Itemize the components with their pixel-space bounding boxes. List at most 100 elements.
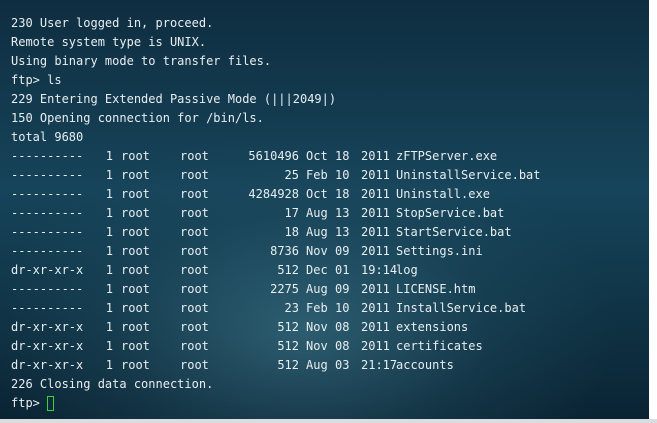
prompt-label: ftp>: [11, 396, 40, 410]
filename-cell: zFTPServer.exe: [396, 149, 498, 163]
month-cell: Aug: [306, 206, 328, 220]
day-cell: 09: [335, 244, 350, 258]
listing-row: dr-xr-xr-x 1 root root 512 Nov 08 2011 extension…: [11, 318, 468, 337]
permissions-cell: ----------: [11, 225, 84, 239]
listing-row: ---------- 1 root root 4284928 Oct 18 2011 Unins…: [11, 185, 490, 204]
size-cell: 18: [284, 225, 299, 239]
text-cursor[interactable]: [47, 396, 54, 411]
filename-cell: UninstallService.bat: [396, 168, 541, 182]
group-cell: root: [180, 187, 209, 201]
month-cell: Dec: [306, 263, 328, 277]
size-cell: 17: [284, 206, 299, 220]
owner-cell: root: [121, 149, 150, 163]
group-cell: root: [180, 282, 209, 296]
directory-listing: ---------- 1 root root 5610496 Oct 18 2011 zFTPS…: [11, 147, 541, 375]
links-cell: 1: [105, 301, 113, 315]
filename-cell: accounts: [396, 358, 454, 372]
permissions-cell: dr-xr-xr-x: [11, 358, 84, 372]
permissions-cell: ----------: [11, 187, 84, 201]
group-cell: root: [180, 358, 209, 372]
day-cell: 01: [335, 263, 350, 277]
listing-row: ---------- 1 root root 23 Feb 10 2011 InstallSer…: [11, 299, 526, 318]
listing-row: ---------- 1 root root 18 Aug 13 2011 StartServi…: [11, 223, 512, 242]
owner-cell: root: [121, 358, 150, 372]
group-cell: root: [180, 301, 209, 315]
month-cell: Nov: [306, 320, 328, 334]
output-line: 226 Closing data connection.: [11, 377, 214, 391]
output-line: Remote system type is UNIX.: [11, 35, 207, 49]
time-cell: 2011: [361, 301, 390, 315]
owner-cell: root: [121, 263, 150, 277]
filename-cell: log: [396, 263, 418, 277]
day-cell: 10: [335, 301, 350, 315]
day-cell: 13: [335, 206, 350, 220]
time-cell: 2011: [361, 320, 390, 334]
filename-cell: extensions: [396, 320, 469, 334]
time-cell: 2011: [361, 149, 390, 163]
size-cell: 2275: [270, 282, 299, 296]
permissions-cell: dr-xr-xr-x: [11, 320, 84, 334]
command-line: ftp> ls: [11, 73, 62, 87]
filename-cell: Uninstall.exe: [396, 187, 490, 201]
listing-row: dr-xr-xr-x 1 root root 512 Aug 03 21:17 accounts: [11, 356, 454, 375]
owner-cell: root: [121, 301, 150, 315]
month-cell: Feb: [306, 168, 328, 182]
links-cell: 1: [105, 225, 113, 239]
permissions-cell: ----------: [11, 282, 84, 296]
window-border-bottom: [0, 419, 657, 423]
group-cell: root: [180, 206, 209, 220]
month-cell: Oct: [306, 187, 328, 201]
output-line: total 9680: [11, 130, 84, 144]
month-cell: Feb: [306, 301, 328, 315]
links-cell: 1: [105, 320, 113, 334]
terminal-output: 230 User logged in, proceed. Remote syst…: [11, 14, 541, 413]
links-cell: 1: [105, 282, 113, 296]
owner-cell: root: [121, 339, 150, 353]
permissions-cell: ----------: [11, 301, 84, 315]
time-cell: 19:14: [361, 263, 398, 277]
day-cell: 10: [335, 168, 350, 182]
listing-row: ---------- 1 root root 17 Aug 13 2011 StopServic…: [11, 204, 504, 223]
listing-row: ---------- 1 root root 2275 Aug 09 2011 LICENSE.…: [11, 280, 475, 299]
permissions-cell: ----------: [11, 244, 84, 258]
time-cell: 2011: [361, 225, 390, 239]
group-cell: root: [180, 149, 209, 163]
owner-cell: root: [121, 244, 150, 258]
window-border-right: [649, 0, 657, 423]
listing-row: dr-xr-xr-x 1 root root 512 Nov 08 2011 certifica…: [11, 337, 483, 356]
time-cell: 2011: [361, 168, 390, 182]
month-cell: Oct: [306, 149, 328, 163]
owner-cell: root: [121, 187, 150, 201]
size-cell: 512: [277, 358, 299, 372]
size-cell: 512: [277, 339, 299, 353]
filename-cell: StartService.bat: [396, 225, 512, 239]
day-cell: 18: [335, 187, 350, 201]
size-cell: 512: [277, 263, 299, 277]
owner-cell: root: [121, 206, 150, 220]
owner-cell: root: [121, 225, 150, 239]
filename-cell: certificates: [396, 339, 483, 353]
group-cell: root: [180, 339, 209, 353]
time-cell: 2011: [361, 206, 390, 220]
prompt-line[interactable]: ftp>: [11, 394, 336, 413]
links-cell: 1: [105, 187, 113, 201]
owner-cell: root: [121, 168, 150, 182]
terminal-window[interactable]: 230 User logged in, proceed. Remote syst…: [0, 0, 649, 419]
output-line: 229 Entering Extended Passive Mode (|||2…: [11, 92, 337, 106]
owner-cell: root: [121, 282, 150, 296]
filename-cell: StopService.bat: [396, 206, 505, 220]
time-cell: 2011: [361, 282, 390, 296]
links-cell: 1: [105, 149, 113, 163]
time-cell: 2011: [361, 187, 390, 201]
links-cell: 1: [105, 206, 113, 220]
listing-row: ---------- 1 root root 8736 Nov 09 2011 Settings…: [11, 242, 483, 261]
day-cell: 08: [335, 339, 350, 353]
day-cell: 18: [335, 149, 350, 163]
month-cell: Nov: [306, 339, 328, 353]
group-cell: root: [180, 168, 209, 182]
links-cell: 1: [105, 168, 113, 182]
group-cell: root: [180, 263, 209, 277]
time-cell: 2011: [361, 244, 390, 258]
month-cell: Aug: [306, 358, 328, 372]
links-cell: 1: [105, 263, 113, 277]
